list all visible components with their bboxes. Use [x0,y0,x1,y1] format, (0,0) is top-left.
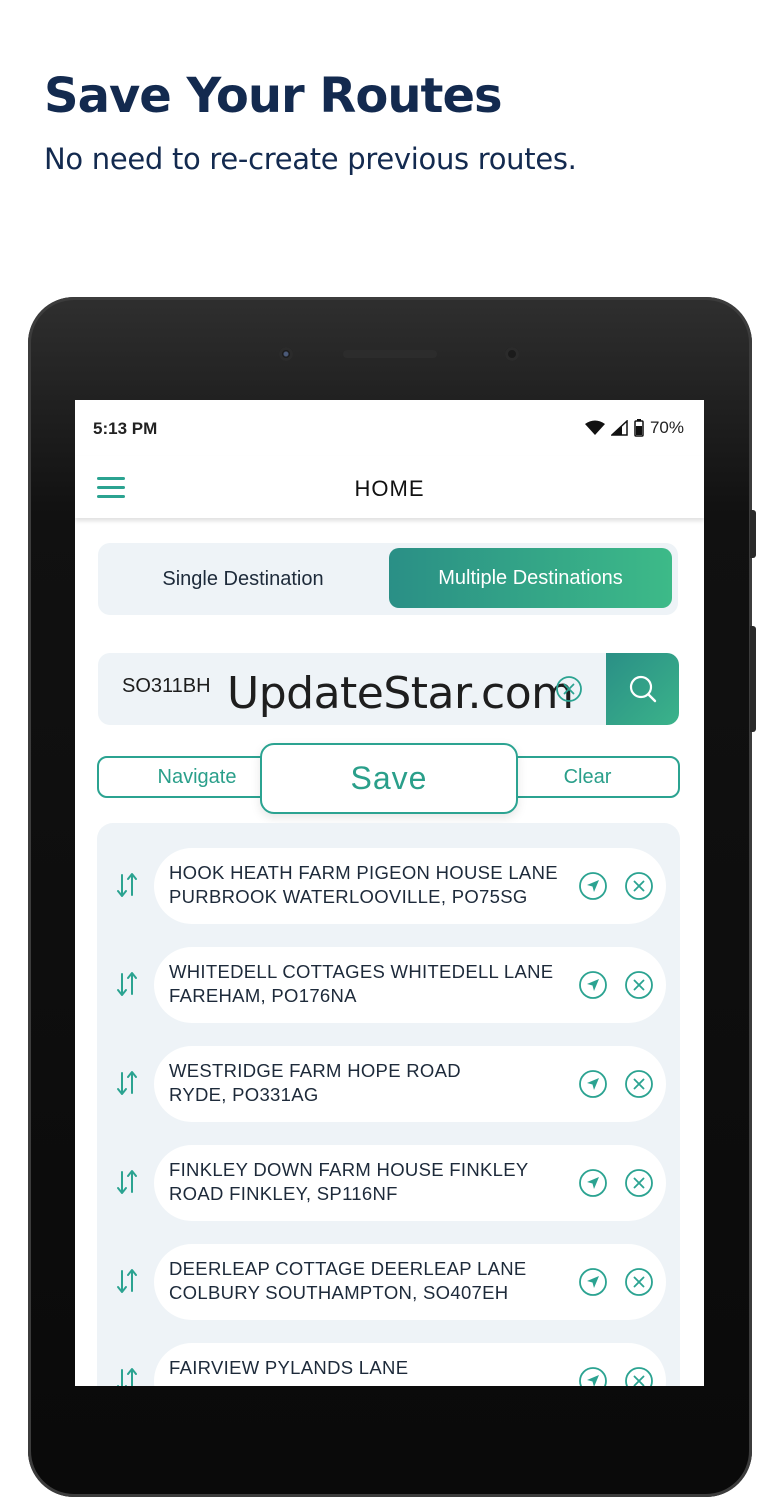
reorder-arrows-icon[interactable] [115,1068,139,1098]
destination-card[interactable]: WESTRIDGE FARM HOPE ROAD RYDE, PO331AG [154,1046,666,1122]
app-bar: HOME [75,456,704,518]
battery-icon [634,419,644,437]
navigate-arrow-icon[interactable] [578,1366,608,1386]
list-item: DEERLEAP COTTAGE DEERLEAP LANE COLBURY S… [97,1244,680,1320]
app-screen: 5:13 PM 70% HOME Single Destination Mult… [75,400,704,1386]
watermark-text: UpdateStar.com [227,668,574,719]
navigate-arrow-icon[interactable] [578,871,608,901]
promo-title: Save Your Routes [44,68,503,124]
reorder-arrows-icon[interactable] [115,969,139,999]
reorder-arrows-icon[interactable] [115,1365,139,1386]
destination-list: HOOK HEATH FARM PIGEON HOUSE LANE PURBRO… [97,823,680,1386]
status-icons: 70% [584,418,684,438]
status-time: 5:13 PM [93,419,158,438]
navigate-arrow-icon[interactable] [578,970,608,1000]
search-input[interactable] [122,675,222,698]
tab-single-destination[interactable]: Single Destination [98,543,388,615]
remove-destination-icon[interactable] [624,970,654,1000]
navigate-arrow-icon[interactable] [578,1168,608,1198]
destination-address: FINKLEY DOWN FARM HOUSE FINKLEY ROAD FIN… [169,1159,529,1204]
reorder-arrows-icon[interactable] [115,1167,139,1197]
remove-destination-icon[interactable] [624,1366,654,1386]
destination-card[interactable]: HOOK HEATH FARM PIGEON HOUSE LANE PURBRO… [154,848,666,924]
list-item: HOOK HEATH FARM PIGEON HOUSE LANE PURBRO… [97,848,680,924]
light-sensor [505,347,519,361]
remove-destination-icon[interactable] [624,1069,654,1099]
reorder-arrows-icon[interactable] [115,1266,139,1296]
battery-percent: 70% [649,418,684,437]
destination-address: DEERLEAP COTTAGE DEERLEAP LANE COLBURY S… [169,1258,527,1303]
volume-button [750,626,756,732]
remove-destination-icon[interactable] [624,1168,654,1198]
destination-address: WESTRIDGE FARM HOPE ROAD RYDE, PO331AG [169,1060,461,1105]
remove-destination-icon[interactable] [624,871,654,901]
promo-subtitle: No need to re-create previous routes. [44,142,577,176]
list-item: WESTRIDGE FARM HOPE ROAD RYDE, PO331AG [97,1046,680,1122]
destination-card[interactable]: FINKLEY DOWN FARM HOUSE FINKLEY ROAD FIN… [154,1145,666,1221]
navigate-arrow-icon[interactable] [578,1069,608,1099]
cell-signal-icon [610,420,628,436]
destination-address: WHITEDELL COTTAGES WHITEDELL LANE FAREHA… [169,961,554,1006]
speaker-grille [343,350,437,358]
destination-card[interactable]: FAIRVIEW PYLANDS LANE [154,1343,666,1386]
clear-search-icon[interactable] [555,675,583,703]
destination-card[interactable]: WHITEDELL COTTAGES WHITEDELL LANE FAREHA… [154,947,666,1023]
clear-button[interactable]: Clear [495,756,680,798]
page-title: HOME [354,476,425,501]
reorder-arrows-icon[interactable] [115,870,139,900]
power-button [750,510,756,558]
destination-address: HOOK HEATH FARM PIGEON HOUSE LANE PURBRO… [169,862,558,907]
navigate-arrow-icon[interactable] [578,1267,608,1297]
remove-destination-icon[interactable] [624,1267,654,1297]
list-item: FAIRVIEW PYLANDS LANE [97,1343,680,1386]
search-icon [629,675,656,703]
destination-card[interactable]: DEERLEAP COTTAGE DEERLEAP LANE COLBURY S… [154,1244,666,1320]
mode-toggle: Single Destination Multiple Destinations [98,543,678,615]
front-camera-icon [279,347,293,361]
save-button[interactable]: Save [260,743,518,814]
list-item: FINKLEY DOWN FARM HOUSE FINKLEY ROAD FIN… [97,1145,680,1221]
status-bar: 5:13 PM 70% [75,400,704,456]
list-item: WHITEDELL COTTAGES WHITEDELL LANE FAREHA… [97,947,680,1023]
wifi-icon [584,420,605,435]
tab-multiple-destinations[interactable]: Multiple Destinations [389,548,672,608]
destination-address: FAIRVIEW PYLANDS LANE [169,1357,409,1378]
search-button[interactable] [606,653,679,725]
